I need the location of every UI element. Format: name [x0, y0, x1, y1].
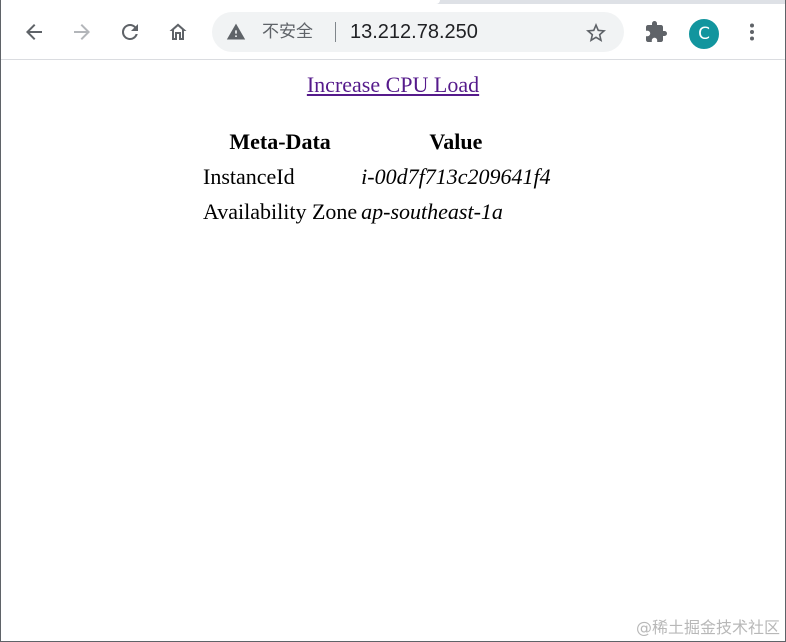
kebab-menu-icon — [750, 23, 754, 41]
warning-triangle-icon[interactable] — [226, 22, 246, 42]
star-icon[interactable] — [584, 21, 608, 45]
metadata-value: i-00d7f713c209641f4 — [361, 163, 551, 189]
profile-avatar[interactable]: C — [688, 18, 720, 50]
metadata-key: InstanceId — [203, 163, 295, 189]
omnibox-divider — [335, 22, 336, 42]
reload-icon — [121, 23, 138, 40]
arrow-right-icon — [74, 24, 90, 40]
browser-toolbar: 不安全 13.212.78.250 C — [0, 4, 786, 60]
browser-menu-button[interactable] — [736, 16, 768, 48]
forward-button[interactable] — [66, 16, 98, 48]
column-header-meta-data: Meta-Data — [229, 129, 331, 154]
metadata-table: Meta-Data Value InstanceId i-00d7f713c20… — [200, 124, 554, 230]
puzzle-piece-icon — [646, 21, 667, 42]
profile-initial: C — [698, 24, 710, 44]
table-header-row: Meta-Data Value — [202, 126, 552, 158]
metadata-key: Availability Zone — [203, 198, 358, 224]
extensions-button[interactable] — [640, 16, 672, 48]
page-content: Increase CPU Load Meta-Data Value Instan… — [0, 61, 786, 642]
reload-button[interactable] — [114, 16, 146, 48]
metadata-value: ap-southeast-1a — [361, 198, 503, 224]
cpu-load-link-container: Increase CPU Load — [0, 72, 786, 98]
url-text[interactable]: 13.212.78.250 — [350, 20, 478, 44]
address-bar[interactable]: 不安全 13.212.78.250 — [212, 12, 624, 52]
arrow-left-icon — [26, 24, 42, 40]
watermark: @稀土掘金技术社区 — [635, 618, 780, 637]
home-icon — [169, 23, 187, 40]
increase-cpu-load-link[interactable]: Increase CPU Load — [307, 72, 479, 97]
back-button[interactable] — [18, 16, 50, 48]
table-row: Availability Zone ap-southeast-1a — [202, 195, 552, 228]
table-row: InstanceId i-00d7f713c209641f4 — [202, 160, 552, 193]
security-label[interactable]: 不安全 — [262, 21, 313, 43]
column-header-value: Value — [429, 129, 483, 154]
home-button[interactable] — [162, 16, 194, 48]
